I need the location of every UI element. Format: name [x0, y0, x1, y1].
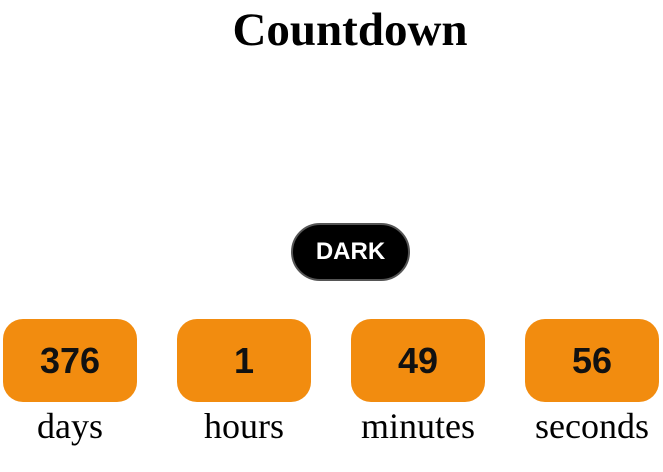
minutes-label: minutes: [361, 406, 475, 446]
hours-label: hours: [204, 406, 284, 446]
days-label: days: [37, 406, 103, 446]
days-value: 376: [3, 319, 137, 402]
seconds-label: seconds: [535, 406, 649, 446]
seconds-value: 56: [525, 319, 659, 402]
countdown-minutes: 49 minutes: [350, 319, 486, 446]
countdown-days: 376 days: [2, 319, 138, 446]
minutes-value: 49: [351, 319, 485, 402]
countdown-hours: 1 hours: [176, 319, 312, 446]
dark-mode-button[interactable]: DARK: [291, 223, 410, 281]
hours-value: 1: [177, 319, 311, 402]
countdown-seconds: 56 seconds: [524, 319, 660, 446]
page-title: Countdown: [232, 4, 468, 56]
